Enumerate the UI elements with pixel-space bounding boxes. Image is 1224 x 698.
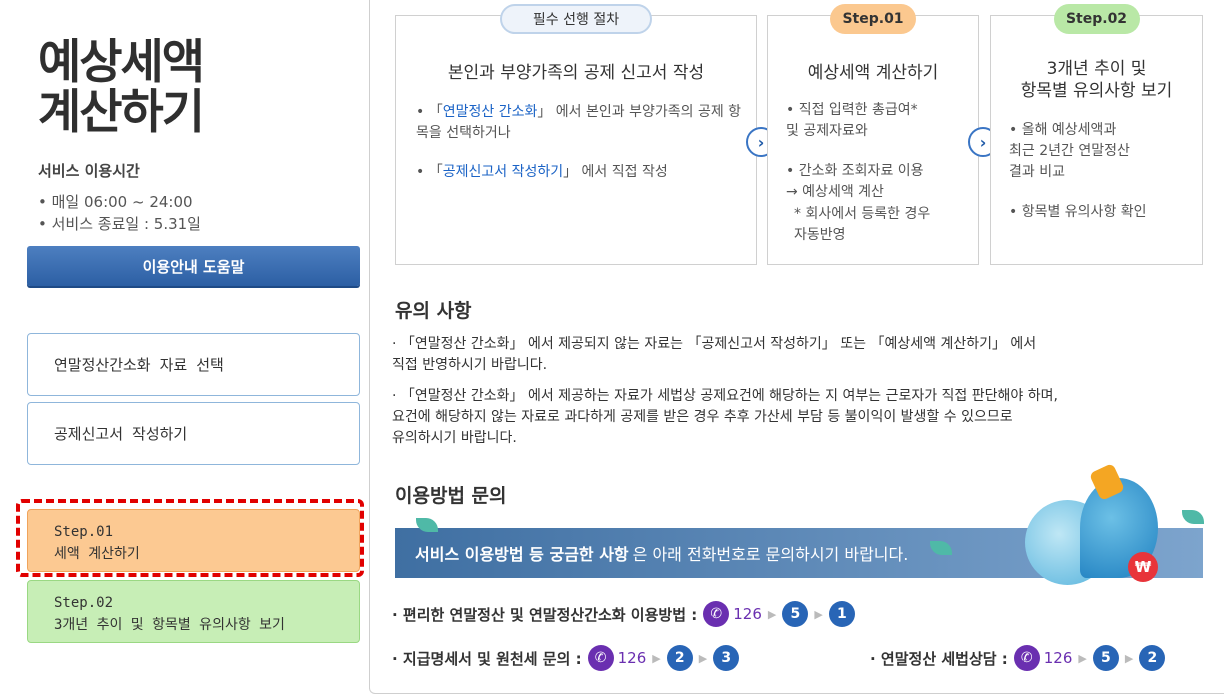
contact-line-usage: · 편리한 연말정산 및 연말정산간소화 이용방법 : ✆ 126 ▶ 5 ▶ … <box>392 601 855 627</box>
nav-deduction-form[interactable]: 공제신고서 작성하기 <box>27 402 360 465</box>
contact-line-withholding: · 지급명세서 및 원천세 문의 : ✆ 126 ▶ 2 ▶ 3 <box>392 645 740 671</box>
phone-number: 126 <box>733 605 762 623</box>
step02-label: Step.02 <box>54 595 114 611</box>
help-button[interactable]: 이용안내 도움말 <box>27 246 360 286</box>
nav-step02-trend[interactable]: Step.02 3개년 추이 및 항목별 유의사항 보기 <box>27 580 360 643</box>
page-title: 예상세액 계산하기 <box>38 35 205 140</box>
notice-item: · 「연말정산 간소화」 에서 제공하는 자료가 세법상 공제요건에 해당하는 … <box>392 388 1058 446</box>
phone-icon: ✆ <box>587 645 614 671</box>
phone-icon: ✆ <box>1013 645 1040 671</box>
card-prerequisite: 필수 선행 절차 본인과 부양가족의 공제 신고서 작성 • 「연말정산 간소화… <box>395 4 757 265</box>
hours-end-date: • 서비스 종료일 : 5.31일 <box>38 215 201 233</box>
contact-label: · 연말정산 세법상담 : <box>870 649 1008 668</box>
page-title-line1: 예상세액 <box>38 35 205 90</box>
arrow-right-icon: ▶ <box>767 607 777 621</box>
menu-number: 5 <box>782 601 809 627</box>
nav-simplified-data-select[interactable]: 연말정산간소화 자료 선택 <box>27 333 360 396</box>
page-title-line2: 계산하기 <box>38 85 205 140</box>
phone-number: 126 <box>617 649 647 667</box>
arrow-right-icon: ▶ <box>698 651 708 665</box>
arrow-right-icon: ▶ <box>814 607 823 621</box>
step02-text: 3개년 추이 및 항목별 유의사항 보기 <box>54 617 285 633</box>
card-title: 본인과 부양가족의 공제 신고서 작성 <box>447 63 705 83</box>
notice-title: 유의 사항 <box>395 300 472 322</box>
contact-line-tax-counsel: · 연말정산 세법상담 : ✆ 126 ▶ 5 ▶ 2 <box>870 645 1166 671</box>
step02-desc1: • 올해 예상세액과 최근 2년간 연말정산 결과 비교 <box>1009 122 1130 180</box>
bullet-prefix: • 「 <box>416 104 443 120</box>
tag-step02: Step.02 <box>1053 4 1140 34</box>
card-step01: Step.01 예상세액 계산하기 • 직접 입력한 총급여* 및 공제자료와 … <box>767 4 979 265</box>
hours-daily: • 매일 06:00 ~ 24:00 <box>38 193 193 211</box>
notice-item: · 「연말정산 간소화」 에서 제공되지 않는 자료는 「공제신고서 작성하기」… <box>392 336 1037 373</box>
bullet-suffix: 」 에서 직접 작성 <box>563 164 668 180</box>
step01-desc2: • 간소화 조회자료 이용 → 예상세액 계산 <box>786 163 924 200</box>
menu-number: 5 <box>1092 645 1119 671</box>
menu-number: 2 <box>666 645 693 671</box>
contact-label: · 지급명세서 및 원천세 문의 : <box>392 649 582 668</box>
step02-desc2: • 항목별 유의사항 확인 <box>1009 204 1147 220</box>
banner-bold: 서비스 이용방법 등 궁금한 사항 <box>415 545 629 564</box>
contact-title: 이용방법 문의 <box>395 485 507 507</box>
phone-icon: ✆ <box>703 601 730 627</box>
bullet-simplified: • 「연말정산 간소화」 에서 본인과 부양가족의 공제 항목을 선택하거나 <box>416 102 746 144</box>
link-simplified[interactable]: 연말정산 간소화 <box>443 104 538 120</box>
menu-number: 2 <box>1139 645 1166 671</box>
card-step02: Step.02 3개년 추이 및 항목별 유의사항 보기 • 올해 예상세액과 … <box>990 4 1203 265</box>
step01-note: * 회사에서 등록한 경우 자동반영 <box>794 206 931 243</box>
bullet-prefix: • 「 <box>416 164 443 180</box>
phone-number: 126 <box>1043 649 1073 667</box>
card-title: 예상세액 계산하기 <box>807 63 939 83</box>
contact-label: · 편리한 연말정산 및 연말정산간소화 이용방법 : <box>392 605 698 624</box>
main-panel: 필수 선행 절차 본인과 부양가족의 공제 신고서 작성 • 「연말정산 간소화… <box>369 0 1224 694</box>
step01-desc1: • 직접 입력한 총급여* 및 공제자료와 <box>786 102 918 139</box>
bullet-deduction-form: • 「공제신고서 작성하기」 에서 직접 작성 <box>416 162 746 183</box>
arrow-right-icon: ▶ <box>1078 651 1087 665</box>
link-deduction-form[interactable]: 공제신고서 작성하기 <box>443 164 563 180</box>
highlight-outline <box>16 499 364 577</box>
banner-text: 은 아래 전화번호로 문의하시기 바랍니다. <box>632 545 909 564</box>
sidebar: 예상세액 계산하기 서비스 이용시간 • 매일 06:00 ~ 24:00 • … <box>0 0 372 698</box>
service-hours-title: 서비스 이용시간 <box>38 162 140 180</box>
arrow-right-icon: ▶ <box>1124 651 1134 665</box>
tag-prerequisite: 필수 선행 절차 <box>500 4 652 34</box>
tag-step01: Step.01 <box>830 4 916 34</box>
arrow-right-icon: ▶ <box>652 651 661 665</box>
won-icon: ₩ <box>1128 552 1158 582</box>
leaf-icon <box>1182 510 1204 524</box>
menu-number: 1 <box>828 601 855 627</box>
menu-number: 3 <box>713 645 740 671</box>
card-title: 3개년 추이 및 항목별 유의사항 보기 <box>1020 59 1173 101</box>
